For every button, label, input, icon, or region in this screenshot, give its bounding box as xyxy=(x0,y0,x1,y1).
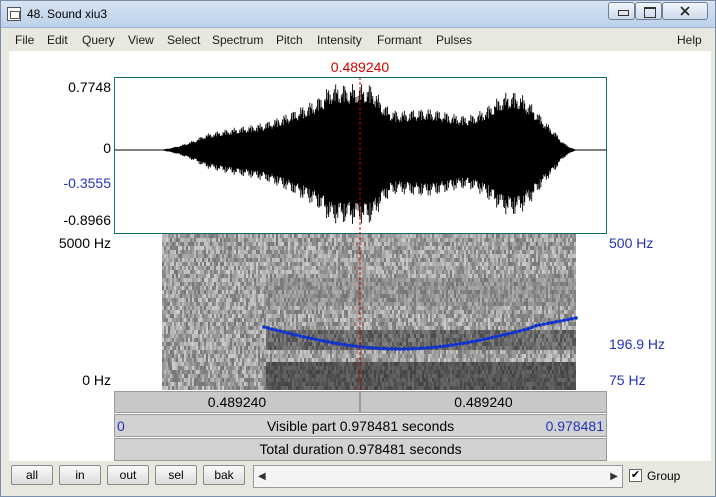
segment-left-bar[interactable]: 0.489240 xyxy=(114,391,360,413)
time-scrollbar[interactable]: ◀ ▶ xyxy=(253,465,623,488)
menu-query[interactable]: Query xyxy=(82,33,115,47)
zoom-sel-button[interactable]: sel xyxy=(155,465,197,485)
cursor-time-label: 0.489240 xyxy=(330,59,390,75)
menu-intensity[interactable]: Intensity xyxy=(317,33,362,47)
menu-view[interactable]: View xyxy=(128,33,154,47)
scroll-right-icon[interactable]: ▶ xyxy=(610,471,618,482)
waveform-max-label: 0.7748 xyxy=(68,79,111,95)
zoom-all-button[interactable]: all xyxy=(11,465,53,485)
menu-spectrum[interactable]: Spectrum xyxy=(212,33,263,47)
zoom-out-button[interactable]: out xyxy=(107,465,149,485)
close-button[interactable] xyxy=(662,2,708,20)
praat-sound-window: 48. Sound xiu3 File Edit Query View Sele… xyxy=(0,0,716,497)
group-checkbox[interactable]: ✔ xyxy=(629,469,642,482)
group-label: Group xyxy=(647,469,681,483)
waveform-cursor-value-label: -0.3555 xyxy=(63,175,111,191)
spectrogram-bottom-freq-label: 0 Hz xyxy=(82,372,111,388)
minimize-button[interactable] xyxy=(608,2,635,20)
scroll-left-icon[interactable]: ◀ xyxy=(258,471,266,482)
menu-pitch[interactable]: Pitch xyxy=(276,33,303,47)
maximize-button[interactable] xyxy=(635,2,662,20)
menu-pulses[interactable]: Pulses xyxy=(436,33,472,47)
waveform-min-label: -0.8966 xyxy=(63,212,111,228)
close-icon xyxy=(680,6,690,16)
bottom-toolbar: all in out sel bak ◀ ▶ ✔ Group xyxy=(1,462,715,496)
menu-file[interactable]: File xyxy=(15,33,34,47)
menu-select[interactable]: Select xyxy=(167,33,200,47)
waveform-zero-label: 0 xyxy=(103,140,111,156)
total-duration-bar[interactable]: Total duration 0.978481 seconds xyxy=(114,438,607,461)
spectrogram-top-freq-label: 5000 Hz xyxy=(58,235,111,251)
window-title: 48. Sound xiu3 xyxy=(27,7,108,21)
zoom-back-button[interactable]: bak xyxy=(203,465,245,485)
menu-help[interactable]: Help xyxy=(677,33,702,47)
title-bar[interactable]: 48. Sound xiu3 xyxy=(1,1,715,28)
menu-formant[interactable]: Formant xyxy=(377,33,422,47)
visible-part-bar[interactable]: 0 Visible part 0.978481 seconds 0.978481 xyxy=(114,414,607,437)
pitch-value-label: 196.9 Hz xyxy=(609,336,666,352)
pitch-ceiling-label: 500 Hz xyxy=(609,235,654,251)
segment-right-bar[interactable]: 0.489240 xyxy=(360,391,607,413)
cursor-line xyxy=(359,77,361,391)
window-icon xyxy=(7,7,21,21)
zoom-in-button[interactable]: in xyxy=(59,465,101,485)
pitch-floor-label: 75 Hz xyxy=(609,372,646,388)
visible-end-label: 0.978481 xyxy=(545,418,604,434)
visible-part-label: Visible part 0.978481 seconds xyxy=(266,418,455,434)
menu-edit[interactable]: Edit xyxy=(47,33,68,47)
menu-bar: File Edit Query View Select Spectrum Pit… xyxy=(1,28,715,50)
